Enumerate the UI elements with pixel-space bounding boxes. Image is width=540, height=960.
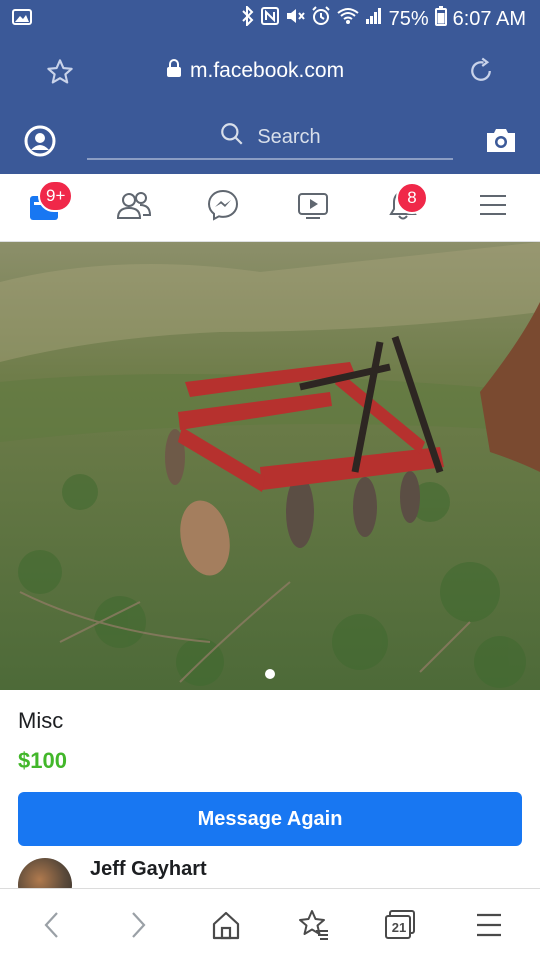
watch-icon — [296, 193, 330, 226]
home-feed-icon — [28, 196, 62, 228]
tab-count: 21 — [391, 920, 407, 935]
address-bar[interactable]: m.facebook.com — [166, 58, 344, 84]
listing-details: Misc $100 — [18, 708, 67, 774]
tab-notifications[interactable]: 8 — [386, 182, 428, 228]
search-icon — [219, 121, 245, 153]
search-placeholder: Search — [257, 125, 321, 148]
status-bar: 75% 6:07 AM — [0, 0, 540, 38]
avatar[interactable] — [18, 858, 72, 888]
alarm-icon — [311, 6, 331, 32]
tab-home[interactable]: 9+ — [28, 180, 74, 228]
back-icon[interactable] — [40, 909, 64, 946]
mute-icon — [285, 7, 305, 31]
signal-icon — [365, 7, 383, 31]
clock: 6:07 AM — [452, 7, 526, 30]
forward-icon[interactable] — [126, 909, 150, 946]
tab-friends[interactable] — [116, 188, 156, 228]
bluetooth-icon — [241, 4, 255, 32]
url-text: m.facebook.com — [190, 59, 345, 82]
menu-icon[interactable] — [474, 909, 504, 946]
friends-icon — [116, 192, 152, 226]
home-icon[interactable] — [210, 909, 242, 946]
nfc-icon — [260, 7, 279, 31]
hamburger-icon — [476, 195, 510, 226]
seller-name[interactable]: Jeff Gayhart — [90, 858, 207, 881]
nav-tabs: 9+ 8 — [0, 174, 540, 242]
search-field[interactable]: Search — [87, 116, 453, 160]
seller-row[interactable]: Jeff Gayhart — [18, 856, 540, 888]
browser-bottom-bar: 21 — [0, 888, 540, 960]
message-again-button[interactable]: Message Again — [18, 792, 522, 846]
image-icon — [12, 9, 32, 30]
battery-icon — [434, 6, 447, 32]
listing-price: $100 — [18, 748, 67, 773]
tab-menu[interactable] — [476, 188, 516, 228]
tab-watch[interactable] — [296, 188, 336, 228]
reload-icon[interactable] — [466, 56, 496, 91]
facebook-header: Search — [0, 108, 540, 174]
star-icon[interactable] — [46, 58, 74, 91]
camera-icon[interactable] — [485, 126, 517, 159]
listing-photo[interactable] — [0, 242, 540, 690]
tabs-icon[interactable]: 21 — [384, 907, 418, 946]
wifi-icon — [336, 7, 359, 31]
profile-icon[interactable] — [24, 125, 56, 162]
tab-badge-notifications: 8 — [396, 182, 428, 214]
lock-icon — [166, 58, 182, 84]
listing-title: Misc — [18, 708, 64, 733]
tab-badge-home: 9+ — [38, 180, 74, 212]
messenger-icon — [206, 189, 240, 226]
tab-messenger[interactable] — [206, 188, 246, 228]
battery-percent: 75% — [388, 7, 429, 30]
browser-toolbar: m.facebook.com — [0, 38, 540, 108]
bookmarks-icon[interactable] — [298, 909, 330, 946]
